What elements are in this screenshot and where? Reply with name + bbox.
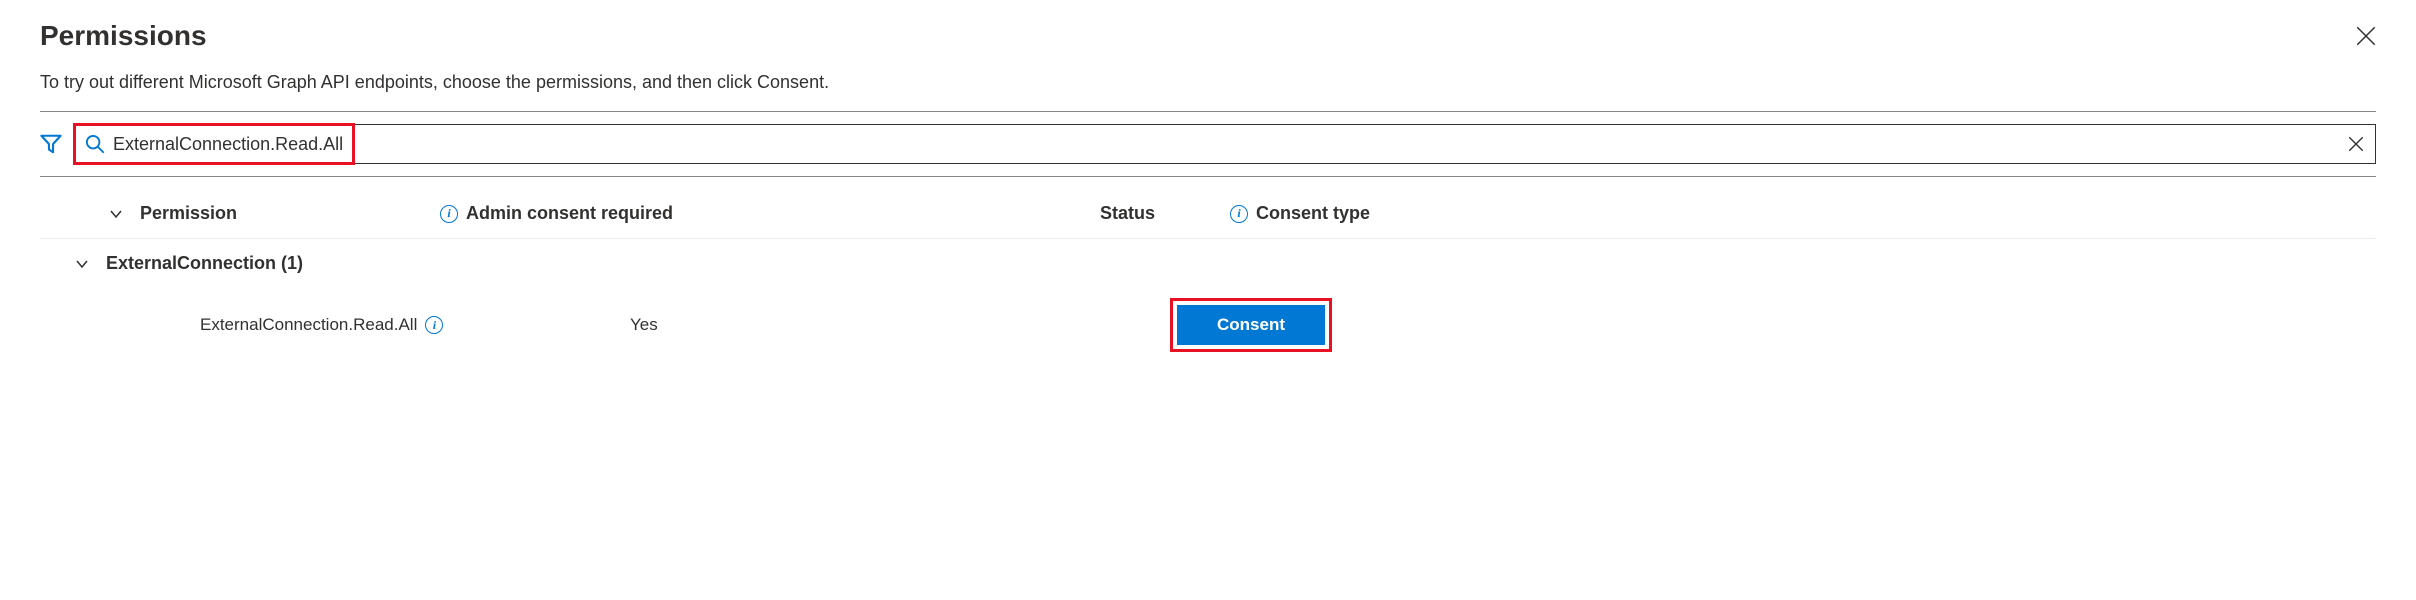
divider [40, 111, 2376, 112]
column-status[interactable]: Status [1100, 203, 1230, 224]
highlight-box: Consent [1170, 298, 1332, 352]
column-admin-consent[interactable]: i Admin consent required [440, 203, 1100, 224]
info-icon[interactable]: i [1230, 205, 1248, 223]
column-consent-type-label: Consent type [1256, 203, 1370, 224]
info-icon[interactable]: i [440, 205, 458, 223]
status-cell: Consent [1170, 298, 1380, 352]
chevron-down-icon[interactable] [108, 206, 124, 222]
column-admin-label: Admin consent required [466, 203, 673, 224]
clear-search-icon[interactable] [2347, 135, 2365, 153]
group-name: ExternalConnection (1) [106, 253, 2376, 274]
divider [40, 176, 2376, 177]
filter-icon[interactable] [40, 133, 62, 155]
close-icon[interactable] [2356, 26, 2376, 46]
table-header: Permission i Admin consent required Stat… [40, 189, 2376, 239]
page-title: Permissions [40, 20, 207, 52]
column-consent-type[interactable]: i Consent type [1230, 203, 2376, 224]
page-description: To try out different Microsoft Graph API… [40, 72, 2376, 93]
table-row: ExternalConnection.Read.All i Yes Consen… [40, 288, 2376, 362]
group-row[interactable]: ExternalConnection (1) [40, 239, 2376, 288]
search-input[interactable] [113, 134, 2347, 155]
search-icon [85, 134, 105, 154]
info-icon[interactable]: i [425, 316, 443, 334]
permission-name-text: ExternalConnection.Read.All [200, 315, 417, 335]
admin-required-cell: Yes [630, 315, 1170, 335]
consent-button[interactable]: Consent [1177, 305, 1325, 345]
chevron-down-icon[interactable] [74, 256, 90, 272]
permission-name-cell: ExternalConnection.Read.All i [200, 315, 630, 335]
column-permission[interactable]: Permission [140, 203, 440, 224]
search-container [74, 124, 2376, 164]
